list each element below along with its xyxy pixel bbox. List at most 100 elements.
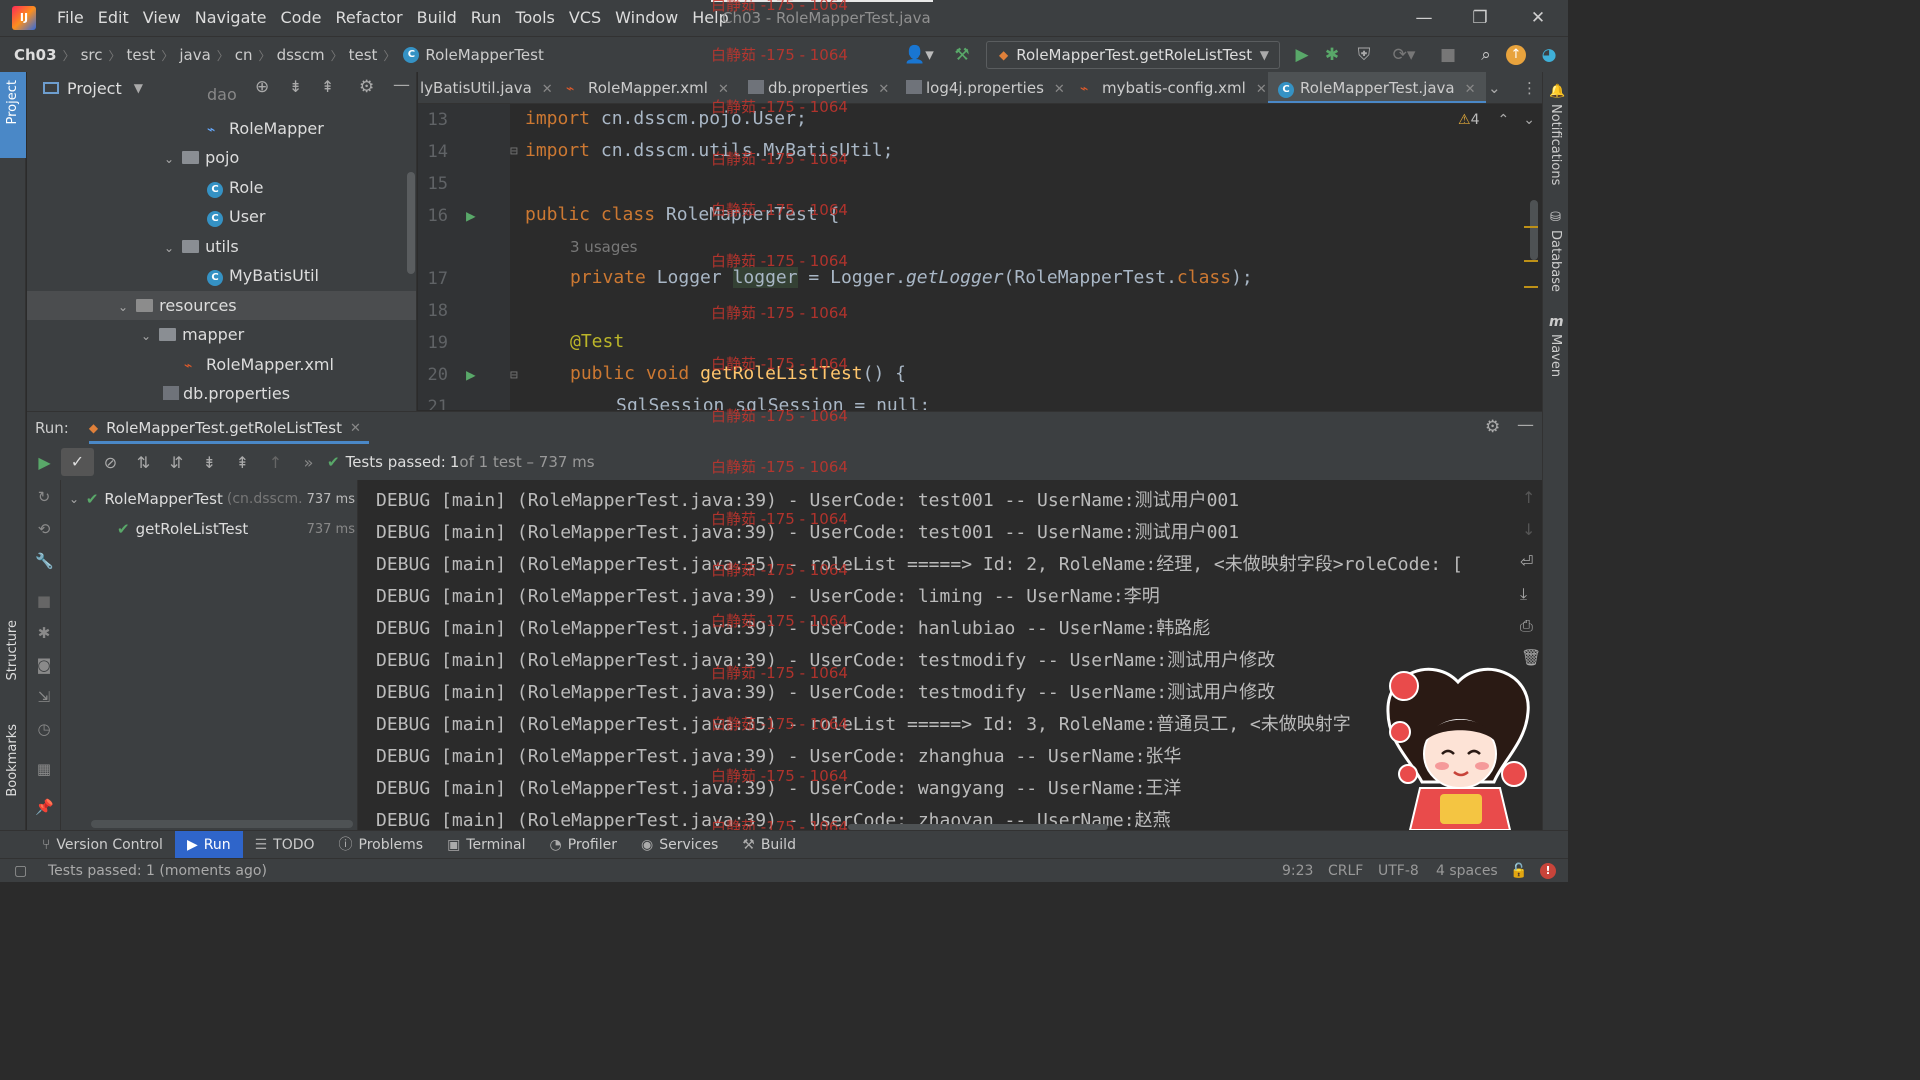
breadcrumb-class[interactable]: RoleMapperTest bbox=[425, 37, 543, 73]
tab-terminal[interactable]: ▣ Terminal bbox=[435, 831, 537, 859]
bookmarks-tool-button[interactable]: Bookmarks bbox=[5, 724, 20, 797]
run-configuration-select[interactable]: ◆ RoleMapperTest.getRoleListTest ▼ bbox=[986, 41, 1280, 69]
menu-edit[interactable]: Edit bbox=[91, 0, 136, 36]
test-method-row[interactable]: ✔ getRoleListTest 737 ms bbox=[117, 516, 357, 542]
profile-dropdown-icon[interactable]: ⟳▾ bbox=[1384, 43, 1424, 67]
close-icon[interactable]: ✕ bbox=[350, 421, 361, 436]
menu-code[interactable]: Code bbox=[274, 0, 329, 36]
user-dropdown-icon[interactable]: 👤▾ bbox=[902, 43, 936, 67]
coverage-icon[interactable]: ⛨ bbox=[1352, 43, 1376, 67]
breadcrumb-test[interactable]: test bbox=[127, 37, 156, 73]
run-test-method-icon[interactable]: ▶ bbox=[466, 365, 476, 384]
sort-alpha-icon[interactable]: ⇅ bbox=[127, 453, 160, 472]
pin-icon[interactable]: 📌 bbox=[35, 798, 54, 816]
tab-mybatisutil-java[interactable]: lyBatisUtil.java ✕ bbox=[420, 72, 553, 103]
toggle-auto-test-icon[interactable]: ⟲ bbox=[35, 520, 53, 538]
debug-icon[interactable]: ✱ bbox=[35, 624, 53, 642]
sort-duration-icon[interactable]: ⇵ bbox=[160, 453, 193, 472]
breadcrumb-project[interactable]: Ch03 bbox=[14, 37, 57, 73]
import-icon[interactable]: ⇲ bbox=[35, 688, 53, 706]
tree-item-db-properties[interactable]: db.properties bbox=[27, 379, 416, 408]
search-icon[interactable]: ⌕ bbox=[1474, 43, 1498, 67]
inspection-widget[interactable]: ⚠ 4 ⌃ ⌄ bbox=[1458, 112, 1535, 128]
menu-navigate[interactable]: Navigate bbox=[188, 0, 274, 36]
restore-icon[interactable]: ❐ bbox=[1452, 0, 1508, 36]
breadcrumb-test-package[interactable]: test bbox=[349, 37, 378, 73]
structure-tool-button[interactable]: Structure bbox=[5, 620, 20, 680]
tab-version-control[interactable]: ⑂ Version Control bbox=[30, 831, 175, 859]
chevron-down-icon[interactable]: ⌄ bbox=[138, 322, 154, 351]
tree-item-mybatisutil[interactable]: C MyBatisUtil bbox=[27, 261, 416, 290]
update-icon[interactable]: ↑ bbox=[1506, 45, 1526, 65]
indent-setting[interactable]: 4 spaces bbox=[1436, 859, 1498, 883]
close-icon[interactable]: ✕ bbox=[1465, 82, 1476, 97]
print-icon[interactable]: ⎙ bbox=[1520, 616, 1533, 636]
project-scrollbar[interactable] bbox=[407, 172, 415, 274]
show-ignored-icon[interactable]: ⊘ bbox=[94, 453, 127, 472]
tree-item-resources[interactable]: ⌄ resources bbox=[27, 291, 416, 322]
line-separator[interactable]: CRLF bbox=[1328, 859, 1363, 883]
stop-icon[interactable]: ■ bbox=[35, 592, 53, 610]
test-tree-scrollbar[interactable] bbox=[91, 820, 353, 828]
tree-item-dao-partial[interactable]: dao bbox=[27, 88, 416, 102]
notifications-tool-button[interactable]: Notifications bbox=[1548, 104, 1563, 185]
layout-icon[interactable]: ▦ bbox=[35, 760, 53, 778]
tab-run[interactable]: ▶ Run bbox=[174, 830, 243, 859]
previous-failed-icon[interactable]: ↑ bbox=[259, 453, 292, 472]
tab-rolemapper-xml[interactable]: ⌁ RoleMapper.xml ✕ bbox=[566, 72, 729, 103]
run-icon[interactable]: ▶ bbox=[1290, 43, 1314, 67]
tree-item-pojo[interactable]: ⌄ pojo bbox=[27, 143, 416, 174]
close-icon[interactable]: ✕ bbox=[1054, 82, 1065, 97]
tab-db-properties[interactable]: db.properties ✕ bbox=[748, 72, 889, 103]
fold-icon[interactable]: ⊟ bbox=[510, 368, 518, 383]
test-suite-row[interactable]: ⌄ ✔ RoleMapperTest (cn.dsscm. 737 ms bbox=[69, 486, 355, 512]
camera-icon[interactable]: ◙ bbox=[35, 656, 53, 674]
breadcrumb-cn[interactable]: cn bbox=[235, 37, 253, 73]
usages-hint[interactable]: 3 usages bbox=[570, 238, 637, 256]
close-icon[interactable]: ✕ bbox=[1510, 0, 1566, 36]
tab-mybatis-config-xml[interactable]: ⌁ mybatis-config.xml ✕ bbox=[1080, 72, 1267, 103]
breadcrumb-src[interactable]: src bbox=[81, 37, 103, 73]
run-test-class-icon[interactable]: ▶ bbox=[466, 206, 476, 225]
more-icon[interactable]: ⋮ bbox=[1522, 72, 1537, 103]
code-editor[interactable]: 13 14 15 16 17 18 19 20 21 ▶ ▶ ⊟ ⊟ impor… bbox=[418, 104, 1542, 410]
tree-item-utils[interactable]: ⌄ utils bbox=[27, 232, 416, 263]
scroll-to-end-icon[interactable]: ⤓ bbox=[1520, 584, 1527, 604]
history-icon[interactable]: ◷ bbox=[35, 720, 53, 738]
scroll-up-icon[interactable]: ↑ bbox=[1522, 488, 1535, 507]
hammer-icon[interactable]: ⚒ bbox=[950, 43, 974, 67]
console-output[interactable]: DEBUG [main] (RoleMapperTest.java:39) - … bbox=[358, 480, 1518, 830]
show-passed-icon[interactable]: ✓ bbox=[61, 448, 94, 476]
editor-scrollbar[interactable] bbox=[1530, 200, 1538, 260]
menu-window[interactable]: Window bbox=[608, 0, 685, 36]
project-tool-button[interactable]: Project bbox=[0, 72, 26, 158]
chevron-down-icon[interactable]: ⌄ bbox=[69, 492, 82, 506]
tree-item-mapper[interactable]: ⌄ mapper bbox=[27, 320, 416, 351]
scroll-down-icon[interactable]: ↓ bbox=[1522, 520, 1535, 539]
warning-marker[interactable] bbox=[1524, 286, 1538, 288]
more-actions-icon[interactable]: » bbox=[292, 453, 325, 472]
lock-icon[interactable]: 🔓 bbox=[1510, 859, 1527, 883]
stop-icon[interactable]: ■ bbox=[1436, 43, 1460, 67]
tab-profiler[interactable]: ◔ Profiler bbox=[537, 831, 629, 859]
maven-tool-button[interactable]: Maven bbox=[1548, 334, 1563, 377]
menu-build[interactable]: Build bbox=[410, 0, 464, 36]
menu-file[interactable]: File bbox=[50, 0, 91, 36]
menu-run[interactable]: Run bbox=[464, 0, 509, 36]
error-indicator-icon[interactable]: ! bbox=[1540, 863, 1556, 879]
chevron-down-icon[interactable]: ⌄ bbox=[161, 234, 177, 263]
close-icon[interactable]: ✕ bbox=[542, 82, 553, 97]
soft-wrap-icon[interactable]: ⏎ bbox=[1520, 552, 1533, 571]
minimize-icon[interactable]: — bbox=[1396, 0, 1452, 36]
hide-panel-icon[interactable]: — bbox=[1517, 415, 1534, 435]
chevron-up-icon[interactable]: ⌃ bbox=[1497, 112, 1509, 128]
rerun-icon[interactable]: ▶ bbox=[28, 453, 61, 472]
chevron-down-icon[interactable]: ⌄ bbox=[115, 293, 131, 322]
chevron-down-icon[interactable]: ⌄ bbox=[161, 145, 177, 174]
tab-log4j-properties[interactable]: log4j.properties ✕ bbox=[906, 72, 1065, 103]
tab-services[interactable]: ◉ Services bbox=[629, 831, 730, 859]
tab-todo[interactable]: ☰ TODO bbox=[243, 831, 327, 859]
close-icon[interactable]: ✕ bbox=[878, 82, 889, 97]
collapse-all-icon[interactable]: ⇞ bbox=[226, 453, 259, 472]
breadcrumb-java[interactable]: java bbox=[179, 37, 210, 73]
